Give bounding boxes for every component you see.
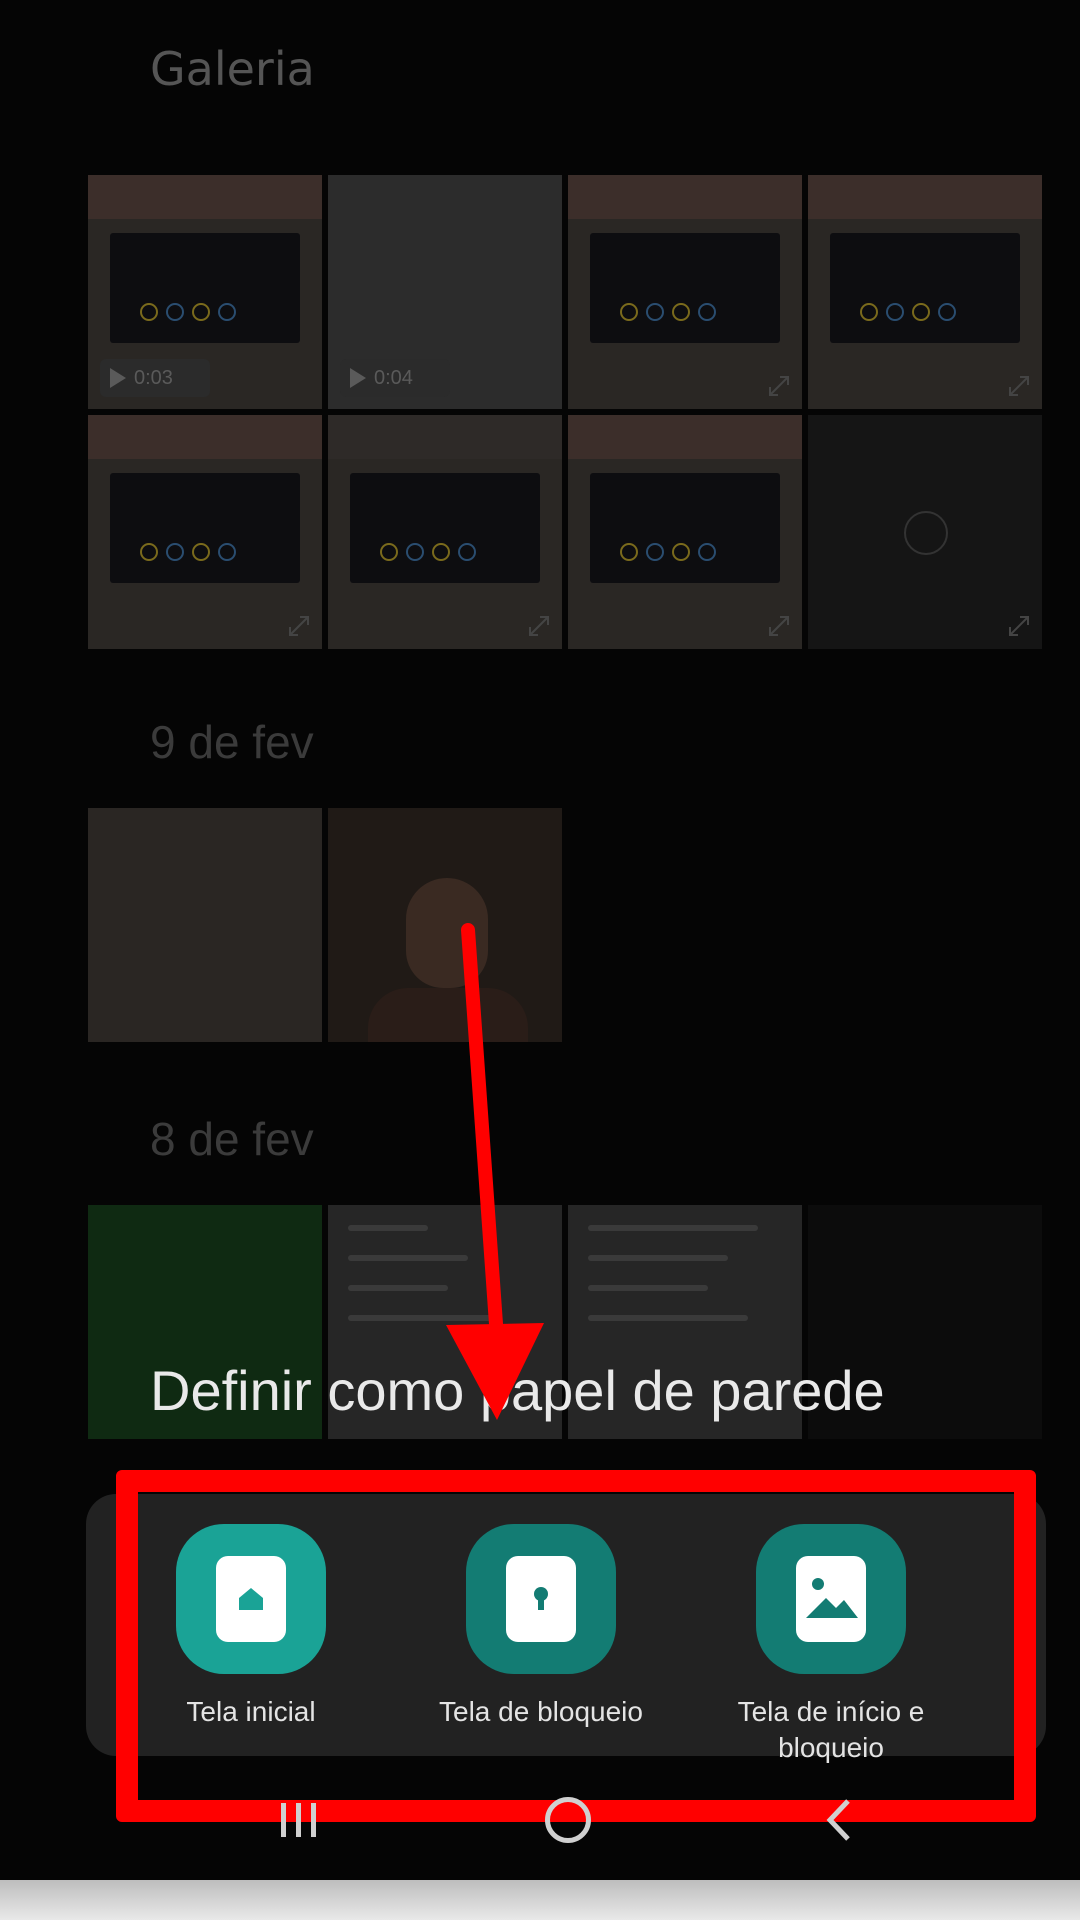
date-section-label: 9 de fev [150,716,314,768]
video-duration: 0:03 [134,366,173,389]
expand-icon [289,616,309,636]
thumbnail-board [110,233,300,343]
media-thumbnail[interactable]: 0:04 [328,175,562,409]
bottom-edge [0,1880,1080,1920]
expand-icon [1009,376,1029,396]
recent-apps-icon [280,1803,316,1837]
info-icon [904,511,948,555]
video-duration: 0:04 [374,366,413,389]
expand-icon [1009,616,1029,636]
back-button[interactable] [800,1780,880,1860]
date-section-label: 8 de fev [150,1113,314,1165]
home-button[interactable] [528,1780,608,1860]
media-thumbnail[interactable] [808,175,1042,409]
media-thumbnail[interactable] [808,415,1042,649]
expand-icon [769,616,789,636]
expand-icon [529,616,549,636]
media-thumbnail[interactable] [328,808,562,1042]
media-thumbnail[interactable] [328,415,562,649]
thumbnail-area [88,175,322,219]
media-thumbnail[interactable]: 0:03 [88,175,322,409]
video-duration-badge: 0:03 [100,359,210,397]
recent-apps-button[interactable] [258,1780,338,1860]
media-thumbnail[interactable] [568,415,802,649]
thumbnail-dots [140,303,236,321]
gallery-title: Galeria [150,42,315,96]
home-icon [545,1797,591,1843]
expand-icon [769,376,789,396]
video-duration-badge: 0:04 [340,359,450,397]
navigation-bar [0,1760,1080,1880]
media-thumbnail[interactable] [88,415,322,649]
back-icon [826,1799,850,1841]
play-icon [110,368,126,388]
media-thumbnail[interactable] [88,808,322,1042]
play-icon [350,368,366,388]
sheet-title: Definir como papel de parede [150,1359,885,1422]
media-thumbnail[interactable] [568,175,802,409]
